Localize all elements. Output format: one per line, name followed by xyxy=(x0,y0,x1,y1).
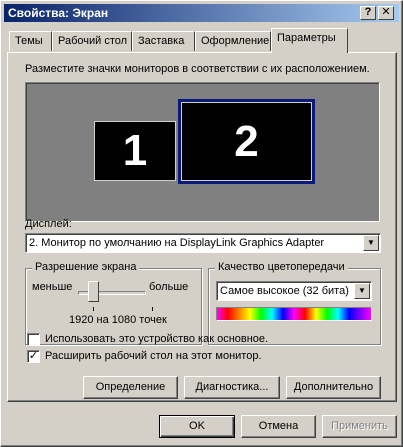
slider-tick xyxy=(152,307,153,311)
slider-tick xyxy=(93,307,94,311)
resolution-more-label: больше xyxy=(149,281,189,293)
tab-screensaver[interactable]: Заставка xyxy=(132,31,195,51)
ok-button[interactable]: OK xyxy=(159,415,235,438)
extend-desktop-label[interactable]: Расширить рабочий стол на этот монитор. xyxy=(45,350,262,362)
cancel-button[interactable]: Отмена xyxy=(241,415,316,438)
display-select[interactable]: 2. Монитор по умолчанию на DisplayLink G… xyxy=(25,233,381,253)
color-spectrum-bar xyxy=(216,307,372,321)
monitor-2[interactable]: 2 xyxy=(178,99,315,184)
advanced-button[interactable]: Дополнительно xyxy=(286,376,381,399)
apply-button: Применить xyxy=(322,415,397,438)
display-select-value: 2. Монитор по умолчанию на DisplayLink G… xyxy=(29,237,325,249)
identify-button[interactable]: Определение xyxy=(83,376,178,399)
display-properties-window: Свойства: Экран ? ✕ Темы Рабочий стол За… xyxy=(0,0,403,447)
tab-desktop[interactable]: Рабочий стол xyxy=(52,31,132,51)
extend-desktop-checkbox[interactable]: ✓ xyxy=(27,350,40,363)
instruction-text: Разместите значки мониторов в соответств… xyxy=(25,63,370,75)
tab-settings[interactable]: Параметры xyxy=(271,28,348,53)
resolution-title: Разрешение экрана xyxy=(32,261,140,273)
settings-panel: Разместите значки мониторов в соответств… xyxy=(7,52,397,402)
resolution-slider-thumb[interactable] xyxy=(88,281,99,302)
help-button[interactable]: ? xyxy=(360,6,376,20)
monitor-arrangement-area[interactable]: 1 2 xyxy=(25,82,380,222)
resolution-value: 1920 на 1080 точек xyxy=(69,314,167,326)
troubleshoot-button[interactable]: Диагностика... xyxy=(184,376,280,399)
tab-themes[interactable]: Темы xyxy=(9,31,52,51)
primary-device-label[interactable]: Использовать это устройство как основное… xyxy=(45,333,268,345)
close-button[interactable]: ✕ xyxy=(378,6,394,20)
color-quality-select[interactable]: Самое высокое (32 бита) ▼ xyxy=(216,281,372,301)
window-title: Свойства: Экран xyxy=(8,6,109,20)
display-label: Дисплей: xyxy=(25,218,72,230)
tab-appearance[interactable]: Оформление xyxy=(195,31,271,51)
color-quality-title: Качество цветопередачи xyxy=(215,261,348,273)
title-bar[interactable]: Свойства: Экран ? ✕ xyxy=(4,4,399,22)
chevron-down-icon[interactable]: ▼ xyxy=(354,283,370,299)
monitor-1[interactable]: 1 xyxy=(94,121,176,181)
resolution-less-label: меньше xyxy=(32,281,73,293)
primary-device-checkbox[interactable] xyxy=(27,333,40,346)
color-quality-value: Самое высокое (32 бита) xyxy=(220,285,349,297)
chevron-down-icon[interactable]: ▼ xyxy=(363,235,379,251)
check-icon: ✓ xyxy=(28,350,39,362)
